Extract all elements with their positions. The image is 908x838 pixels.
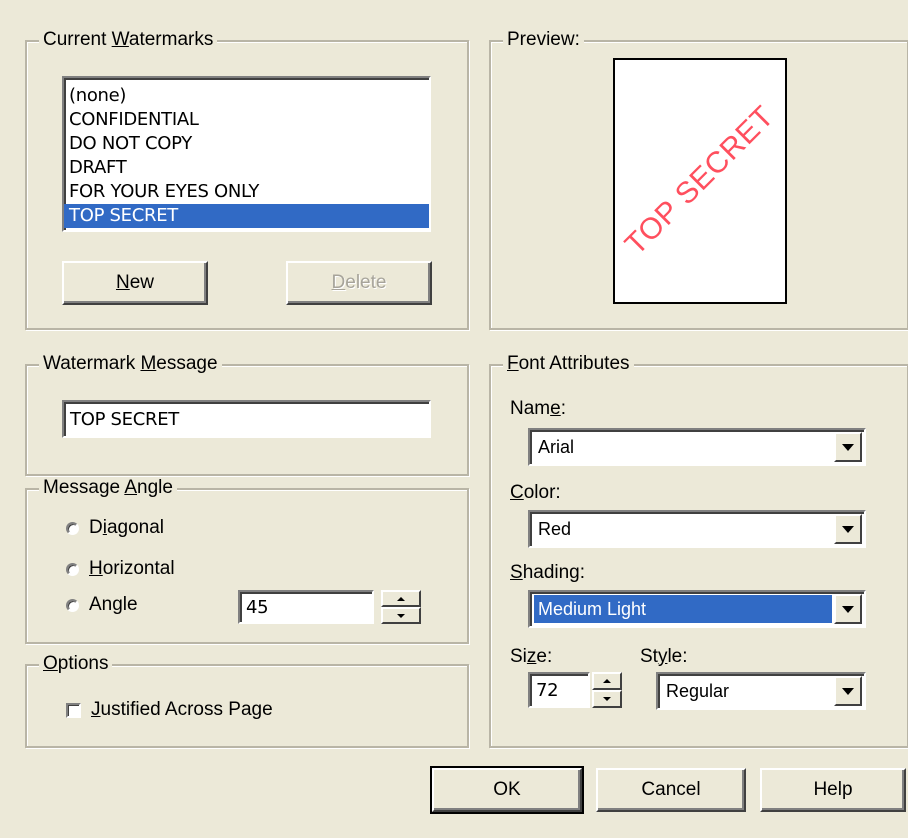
shading-dropdown-button[interactable] <box>834 594 862 624</box>
help-button[interactable]: Help <box>760 768 906 812</box>
chevron-down-icon <box>842 605 854 613</box>
spin-down-icon <box>603 697 611 701</box>
preview-title: Preview: <box>503 29 584 51</box>
list-item[interactable]: (none) <box>64 84 429 108</box>
watermarks-listbox[interactable]: (none) CONFIDENTIAL DO NOT COPY DRAFT FOR YO… <box>62 76 431 232</box>
new-button[interactable]: New <box>62 261 208 305</box>
message-angle-title: Message Angle <box>39 477 177 499</box>
style-dropdown-button[interactable] <box>834 676 862 706</box>
chevron-down-icon <box>842 443 854 451</box>
justified-checkbox[interactable]: Justified Across Page <box>66 699 273 721</box>
diagonal-label: Diagonal <box>89 517 165 538</box>
preview-watermark-text: TOP SECRET <box>618 99 781 262</box>
current-watermarks-title: Current Watermarks <box>39 29 218 51</box>
angle-spinner[interactable] <box>381 590 421 624</box>
spin-up-icon <box>603 679 611 683</box>
font-attributes-title: Font Attributes <box>503 353 634 375</box>
watermark-message-input[interactable]: TOP SECRET <box>62 400 431 438</box>
chevron-down-icon <box>842 687 854 695</box>
shading-select[interactable]: Medium Light <box>528 590 866 628</box>
justified-checkbox-box[interactable] <box>66 702 81 718</box>
spin-up-icon <box>397 596 405 601</box>
font-name-label: Name: <box>510 398 566 419</box>
font-name-select[interactable]: Arial <box>528 428 866 466</box>
options-title: Options <box>39 653 113 675</box>
angle-radio[interactable]: Angle <box>66 594 138 616</box>
delete-button[interactable]: Delete <box>286 261 432 305</box>
font-color-label: Color: <box>510 482 561 503</box>
shading-label: Shading: <box>510 562 586 583</box>
diagonal-radio[interactable]: Diagonal <box>66 517 164 539</box>
angle-input[interactable]: 45 <box>238 590 374 624</box>
size-label: Size: <box>510 646 553 667</box>
angle-spin-up[interactable] <box>381 590 421 607</box>
font-color-dropdown-button[interactable] <box>834 514 862 544</box>
list-item[interactable]: FOR YOUR EYES ONLY <box>64 180 429 204</box>
style-select[interactable]: Regular <box>656 672 866 710</box>
horizontal-label: Horizontal <box>89 558 175 579</box>
style-label: Style: <box>640 646 688 667</box>
size-spinner[interactable] <box>592 672 622 708</box>
horizontal-radio-circle[interactable] <box>66 562 79 576</box>
chevron-down-icon <box>842 525 854 533</box>
size-spin-up[interactable] <box>592 672 622 690</box>
angle-label: Angle <box>89 594 138 615</box>
cancel-button[interactable]: Cancel <box>596 768 746 812</box>
list-item[interactable]: DO NOT COPY <box>64 132 429 156</box>
list-item[interactable]: CONFIDENTIAL <box>64 108 429 132</box>
diagonal-radio-circle[interactable] <box>66 521 79 535</box>
ok-button[interactable]: OK <box>430 766 584 814</box>
list-item[interactable]: DRAFT <box>64 156 429 180</box>
spin-down-icon <box>397 613 405 618</box>
angle-spin-down[interactable] <box>381 607 421 624</box>
size-input[interactable]: 72 <box>528 672 590 708</box>
font-color-select[interactable]: Red <box>528 510 866 548</box>
preview-page: TOP SECRET <box>613 58 787 304</box>
horizontal-radio[interactable]: Horizontal <box>66 558 175 580</box>
angle-radio-circle[interactable] <box>66 598 79 612</box>
font-name-dropdown-button[interactable] <box>834 432 862 462</box>
list-item[interactable]: TOP SECRET <box>64 204 429 228</box>
watermark-message-title: Watermark Message <box>39 353 222 375</box>
justified-label: Justified Across Page <box>91 699 273 720</box>
size-spin-down[interactable] <box>592 690 622 708</box>
